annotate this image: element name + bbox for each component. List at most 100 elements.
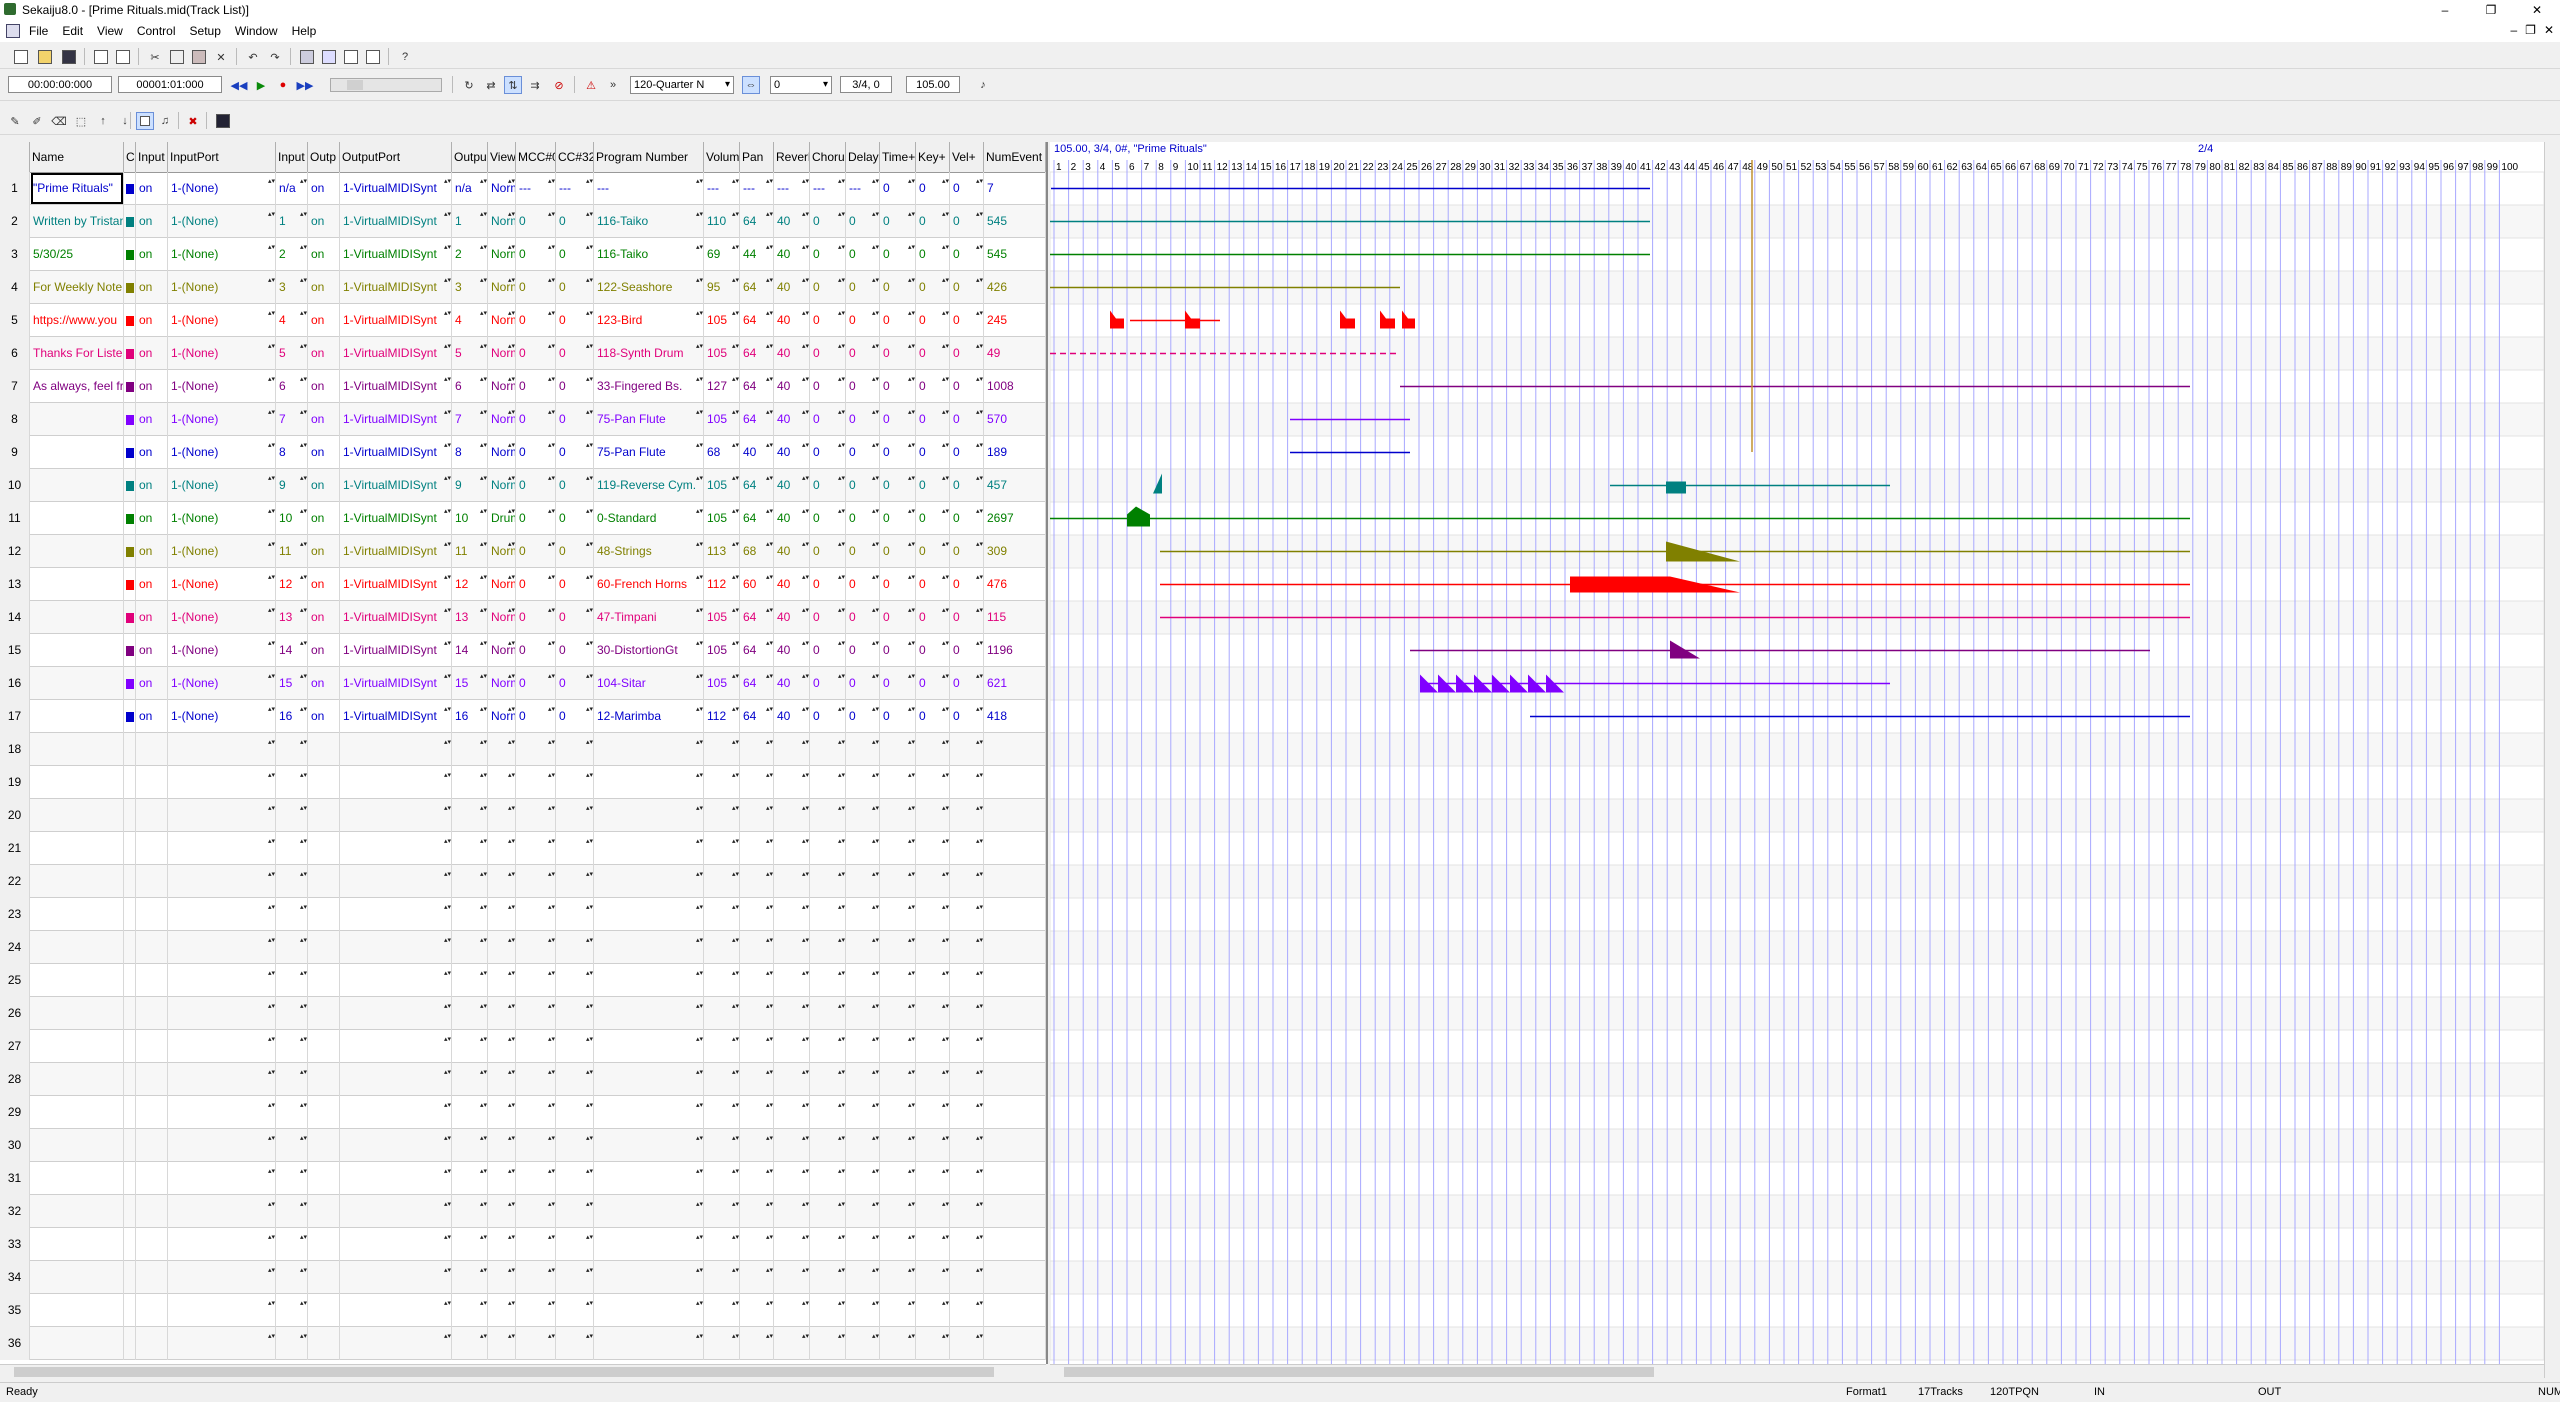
spin-arrows[interactable]: ▴▾ [802, 604, 809, 630]
minimize-button[interactable]: – [2422, 0, 2468, 20]
spin-arrows[interactable]: ▴▾ [732, 472, 739, 498]
cell-name[interactable] [30, 865, 124, 898]
spin-arrows[interactable]: ▴▾ [732, 208, 739, 234]
spin-arrows[interactable]: ▴▾ [696, 505, 703, 531]
spin-arrows[interactable]: ▴▾ [268, 934, 275, 960]
cell-prog[interactable] [594, 997, 704, 1030]
cell-color[interactable] [124, 865, 136, 898]
spin-arrows[interactable]: ▴▾ [480, 637, 487, 663]
cell-name[interactable] [30, 634, 124, 667]
table-row[interactable]: 12 on 1-(None) ▴▾ 11 ▴▾ on 1-VirtualMIDISynt ▴▾ 1… [0, 535, 1046, 568]
spin-arrows[interactable]: ▴▾ [766, 340, 773, 366]
cell-events[interactable] [984, 865, 1046, 898]
spin-arrows[interactable]: ▴▾ [908, 208, 915, 234]
spin-arrows[interactable]: ▴▾ [838, 1330, 845, 1356]
cell-input[interactable] [136, 997, 168, 1030]
spin-arrows[interactable]: ▴▾ [802, 670, 809, 696]
table-row[interactable]: 16 on 1-(None) ▴▾ 15 ▴▾ on 1-VirtualMIDISynt ▴▾ 1… [0, 667, 1046, 700]
spin-arrows[interactable]: ▴▾ [976, 241, 983, 267]
spin-arrows[interactable]: ▴▾ [300, 604, 307, 630]
cell-output[interactable]: on [308, 337, 340, 370]
spin-arrows[interactable]: ▴▾ [508, 175, 515, 201]
spin-arrows[interactable]: ▴▾ [444, 241, 451, 267]
cell-name[interactable] [30, 1228, 124, 1261]
spin-arrows[interactable]: ▴▾ [838, 1099, 845, 1125]
spin-arrows[interactable]: ▴▾ [838, 1198, 845, 1224]
cell-events[interactable] [984, 964, 1046, 997]
track-color-swatch[interactable] [126, 282, 134, 293]
spin-arrows[interactable]: ▴▾ [802, 736, 809, 762]
spin-arrows[interactable]: ▴▾ [942, 670, 949, 696]
spin-arrows[interactable]: ▴▾ [268, 1231, 275, 1257]
spin-arrows[interactable]: ▴▾ [908, 241, 915, 267]
track-color-swatch[interactable] [126, 447, 134, 458]
spin-arrows[interactable]: ▴▾ [766, 1033, 773, 1059]
spin-arrows[interactable]: ▴▾ [586, 1297, 593, 1323]
spin-arrows[interactable]: ▴▾ [908, 1330, 915, 1356]
spin-arrows[interactable]: ▴▾ [766, 175, 773, 201]
spin-arrows[interactable]: ▴▾ [444, 769, 451, 795]
cell-color[interactable] [124, 1261, 136, 1294]
spin-arrows[interactable]: ▴▾ [586, 835, 593, 861]
track-color-swatch[interactable] [126, 414, 134, 425]
spin-arrows[interactable]: ▴▾ [508, 802, 515, 828]
spin-arrows[interactable]: ▴▾ [300, 934, 307, 960]
cell-outport[interactable] [340, 1096, 452, 1129]
spin-arrows[interactable]: ▴▾ [838, 1066, 845, 1092]
cell-inport[interactable]: 1-(None) [168, 370, 276, 403]
spin-arrows[interactable]: ▴▾ [732, 307, 739, 333]
spin-arrows[interactable]: ▴▾ [696, 538, 703, 564]
spin-arrows[interactable]: ▴▾ [444, 373, 451, 399]
spin-arrows[interactable]: ▴▾ [480, 340, 487, 366]
cell-outport[interactable]: 1-VirtualMIDISynt [340, 436, 452, 469]
spin-arrows[interactable]: ▴▾ [802, 1099, 809, 1125]
spin-arrows[interactable]: ▴▾ [586, 340, 593, 366]
spin-arrows[interactable]: ▴▾ [838, 373, 845, 399]
cell-prog[interactable] [594, 1162, 704, 1195]
copy-icon[interactable] [168, 48, 186, 66]
table-row[interactable]: 5 https://www.you on 1-(None) ▴▾ 4 ▴▾ on 1-Virtu… [0, 304, 1046, 337]
spin-arrows[interactable]: ▴▾ [732, 1000, 739, 1026]
cell-events[interactable] [984, 1261, 1046, 1294]
spin-arrows[interactable]: ▴▾ [838, 835, 845, 861]
spin-arrows[interactable]: ▴▾ [838, 340, 845, 366]
cell-outport[interactable] [340, 898, 452, 931]
spin-arrows[interactable]: ▴▾ [976, 703, 983, 729]
cell-name[interactable] [30, 667, 124, 700]
spin-arrows[interactable]: ▴▾ [480, 1000, 487, 1026]
spin-arrows[interactable]: ▴▾ [268, 835, 275, 861]
spin-arrows[interactable]: ▴▾ [732, 901, 739, 927]
spin-arrows[interactable]: ▴▾ [872, 1165, 879, 1191]
spin-arrows[interactable]: ▴▾ [696, 406, 703, 432]
spin-arrows[interactable]: ▴▾ [976, 1198, 983, 1224]
spin-arrows[interactable]: ▴▾ [268, 1330, 275, 1356]
spin-arrows[interactable]: ▴▾ [908, 802, 915, 828]
menu-control[interactable]: Control [130, 24, 183, 38]
spin-arrows[interactable]: ▴▾ [300, 307, 307, 333]
cell-inport[interactable] [168, 997, 276, 1030]
spin-arrows[interactable]: ▴▾ [300, 1000, 307, 1026]
spin-arrows[interactable]: ▴▾ [908, 1198, 915, 1224]
cell-output[interactable]: on [308, 568, 340, 601]
spin-arrows[interactable]: ▴▾ [548, 967, 555, 993]
cell-prog[interactable] [594, 931, 704, 964]
print-preview-icon[interactable] [114, 48, 132, 66]
cell-input[interactable]: on [136, 205, 168, 238]
spin-arrows[interactable]: ▴▾ [548, 1066, 555, 1092]
cell-output[interactable] [308, 1030, 340, 1063]
spin-arrows[interactable]: ▴▾ [508, 439, 515, 465]
header-key[interactable]: Key+ [916, 142, 950, 172]
spin-arrows[interactable]: ▴▾ [696, 736, 703, 762]
spin-arrows[interactable]: ▴▾ [942, 736, 949, 762]
spin-arrows[interactable]: ▴▾ [976, 274, 983, 300]
spin-arrows[interactable]: ▴▾ [942, 538, 949, 564]
spin-arrows[interactable]: ▴▾ [732, 505, 739, 531]
spin-arrows[interactable]: ▴▾ [586, 241, 593, 267]
cell-color[interactable] [124, 634, 136, 667]
spin-arrows[interactable]: ▴▾ [976, 208, 983, 234]
cell-output[interactable]: on [308, 205, 340, 238]
spin-arrows[interactable]: ▴▾ [942, 307, 949, 333]
cell-input[interactable] [136, 865, 168, 898]
spin-arrows[interactable]: ▴▾ [872, 670, 879, 696]
table-row[interactable]: 23 ▴▾ ▴▾ ▴▾ ▴▾ ▴▾ ▴▾ ▴▾ ▴▾ ▴▾ ▴▾ ▴▾ ▴▾ ▴▾ ▴▾ ▴▾ ▴▾ [0, 898, 1046, 931]
